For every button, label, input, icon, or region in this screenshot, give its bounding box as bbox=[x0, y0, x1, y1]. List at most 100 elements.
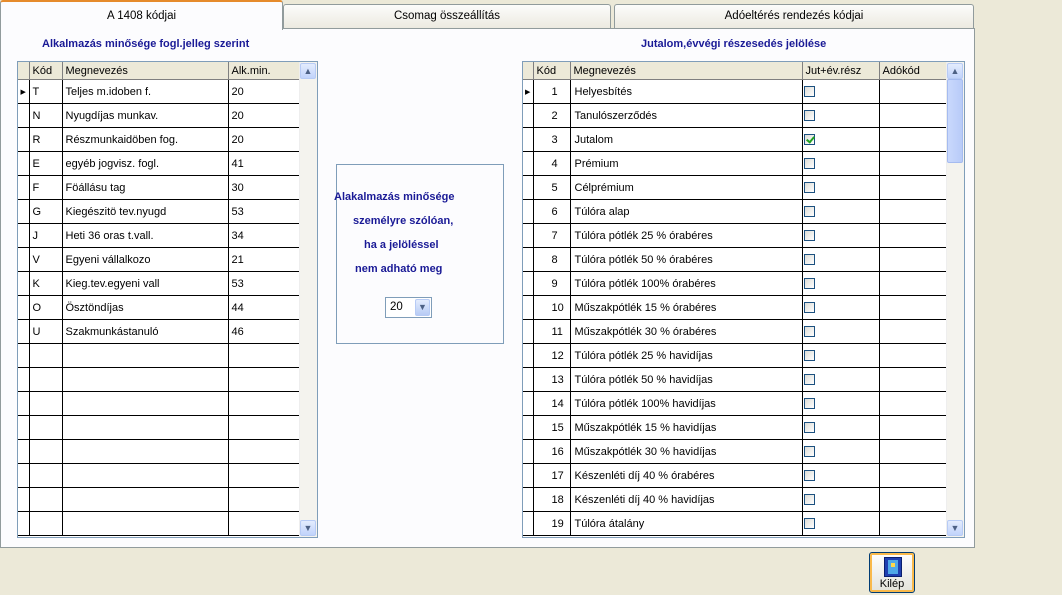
table-row[interactable] bbox=[18, 487, 302, 512]
cell-name[interactable]: egyéb jogvisz. fogl. bbox=[62, 151, 229, 176]
cell-kod[interactable]: 1 bbox=[533, 79, 571, 104]
checkbox[interactable] bbox=[803, 302, 815, 314]
row-selector[interactable] bbox=[18, 199, 30, 224]
cell-jut-ev-resz[interactable] bbox=[802, 343, 880, 368]
cell-jut-ev-resz[interactable] bbox=[802, 439, 880, 464]
row-selector[interactable] bbox=[18, 463, 30, 488]
checkbox-checked[interactable] bbox=[803, 134, 815, 146]
row-selector[interactable] bbox=[523, 271, 534, 296]
cell-kod[interactable]: U bbox=[29, 319, 63, 344]
checkbox[interactable] bbox=[803, 110, 815, 122]
column-header-adokod[interactable]: Adókód bbox=[879, 62, 949, 80]
table-row[interactable]: 8 Túlóra pótlék 50 % órabéres bbox=[523, 247, 949, 272]
cell-megnevezes[interactable]: Műszakpótlék 30 % havidíjas bbox=[570, 439, 803, 464]
cell-megnevezes[interactable]: Túlóra pótlék 100% órabéres bbox=[570, 271, 803, 296]
cell-alk[interactable] bbox=[228, 439, 302, 464]
cell-alk[interactable]: 30 bbox=[228, 175, 302, 200]
cell-kod[interactable] bbox=[29, 487, 63, 512]
cell-kod[interactable]: R bbox=[29, 127, 63, 152]
row-selector[interactable] bbox=[18, 415, 30, 440]
cell-kod[interactable]: 11 bbox=[533, 319, 571, 344]
column-header-jut-ev-resz[interactable]: Jut+év.rész bbox=[802, 62, 880, 80]
table-row[interactable]: 10 Műszakpótlék 15 % órabéres bbox=[523, 295, 949, 320]
cell-name[interactable]: Teljes m.idoben f. bbox=[62, 79, 229, 104]
row-selector[interactable] bbox=[18, 151, 30, 176]
scroll-up-icon[interactable]: ▲ bbox=[947, 63, 963, 79]
checkbox[interactable] bbox=[803, 206, 815, 218]
checkbox[interactable] bbox=[803, 278, 815, 290]
cell-adokod[interactable] bbox=[879, 391, 949, 416]
table-row[interactable]: J Heti 36 oras t.vall. 34 bbox=[18, 223, 302, 248]
table-row[interactable]: N Nyugdíjas munkav. 20 bbox=[18, 103, 302, 128]
checkbox[interactable] bbox=[803, 230, 815, 242]
table-row[interactable]: R Részmunkaidöben fog. 20 bbox=[18, 127, 302, 152]
cell-jut-ev-resz[interactable] bbox=[802, 199, 880, 224]
cell-megnevezes[interactable]: Túlóra pótlék 50 % órabéres bbox=[570, 247, 803, 272]
cell-alk[interactable] bbox=[228, 463, 302, 488]
cell-kod[interactable]: 7 bbox=[533, 223, 571, 248]
cell-kod[interactable]: 8 bbox=[533, 247, 571, 272]
cell-megnevezes[interactable]: Jutalom bbox=[570, 127, 803, 152]
cell-jut-ev-resz[interactable] bbox=[802, 151, 880, 176]
cell-alk[interactable]: 20 bbox=[228, 103, 302, 128]
cell-kod[interactable] bbox=[29, 391, 63, 416]
quality-combo[interactable]: 20 ▼ bbox=[385, 297, 432, 318]
tab-tax-difference-codes[interactable]: Adóeltérés rendezés kódjai bbox=[614, 4, 974, 28]
checkbox[interactable] bbox=[803, 254, 815, 266]
checkbox[interactable] bbox=[803, 182, 815, 194]
cell-jut-ev-resz[interactable] bbox=[802, 463, 880, 488]
table-row[interactable]: ▶ 1 Helyesbítés bbox=[523, 79, 949, 104]
table-row[interactable]: 16 Műszakpótlék 30 % havidíjas bbox=[523, 439, 949, 464]
cell-adokod[interactable] bbox=[879, 223, 949, 248]
chevron-down-icon[interactable]: ▼ bbox=[415, 299, 430, 316]
cell-kod[interactable] bbox=[29, 367, 63, 392]
row-selector[interactable] bbox=[18, 319, 30, 344]
right-grid-scrollbar[interactable]: ▲ ▼ bbox=[946, 62, 964, 537]
checkbox[interactable] bbox=[803, 470, 815, 482]
cell-jut-ev-resz[interactable] bbox=[802, 511, 880, 536]
row-selector[interactable] bbox=[18, 223, 30, 248]
cell-kod[interactable]: F bbox=[29, 175, 63, 200]
cell-adokod[interactable] bbox=[879, 127, 949, 152]
table-row[interactable]: 9 Túlóra pótlék 100% órabéres bbox=[523, 271, 949, 296]
cell-name[interactable]: Egyeni vállalkozo bbox=[62, 247, 229, 272]
checkbox[interactable] bbox=[803, 86, 815, 98]
checkbox[interactable] bbox=[803, 518, 815, 530]
cell-adokod[interactable] bbox=[879, 487, 949, 512]
row-selector[interactable] bbox=[523, 319, 534, 344]
row-selector[interactable] bbox=[18, 391, 30, 416]
employment-quality-grid[interactable]: Kód Megnevezés Alk.min. ▶ T Teljes m.idobe… bbox=[17, 61, 318, 538]
cell-alk[interactable] bbox=[228, 415, 302, 440]
table-row[interactable]: Eegyéb jogvisz. fogl. 41 bbox=[18, 151, 302, 176]
row-selector[interactable] bbox=[523, 103, 534, 128]
cell-megnevezes[interactable]: Túlóra pótlék 25 % órabéres bbox=[570, 223, 803, 248]
table-row[interactable] bbox=[18, 367, 302, 392]
cell-kod[interactable]: 16 bbox=[533, 439, 571, 464]
cell-name[interactable] bbox=[62, 415, 229, 440]
row-selector[interactable] bbox=[18, 103, 30, 128]
cell-name[interactable]: Kieg.tev.egyeni vall bbox=[62, 271, 229, 296]
table-row[interactable]: 12 Túlóra pótlék 25 % havidíjas bbox=[523, 343, 949, 368]
column-header-megnevezes[interactable]: Megnevezés bbox=[570, 62, 803, 80]
cell-megnevezes[interactable]: Prémium bbox=[570, 151, 803, 176]
column-header-megnevezes[interactable]: Megnevezés bbox=[62, 62, 229, 80]
cell-name[interactable] bbox=[62, 367, 229, 392]
cell-adokod[interactable] bbox=[879, 343, 949, 368]
checkbox[interactable] bbox=[803, 494, 815, 506]
table-row[interactable]: F Föállásu tag 30 bbox=[18, 175, 302, 200]
table-row[interactable]: 14 Túlóra pótlék 100% havidíjas bbox=[523, 391, 949, 416]
row-selector[interactable] bbox=[523, 223, 534, 248]
cell-name[interactable]: Nyugdíjas munkav. bbox=[62, 103, 229, 128]
cell-megnevezes[interactable]: Készenléti díj 40 % havidíjas bbox=[570, 487, 803, 512]
cell-kod[interactable]: 4 bbox=[533, 151, 571, 176]
row-selector[interactable]: ▶ bbox=[523, 79, 534, 104]
table-row[interactable]: G Kiegészitö tev.nyugd 53 bbox=[18, 199, 302, 224]
table-row[interactable]: 17 Készenléti díj 40 % órabéres bbox=[523, 463, 949, 488]
cell-alk[interactable] bbox=[228, 343, 302, 368]
cell-kod[interactable]: 10 bbox=[533, 295, 571, 320]
table-row[interactable]: 6 Túlóra alap bbox=[523, 199, 949, 224]
row-selector[interactable] bbox=[18, 127, 30, 152]
row-selector[interactable] bbox=[523, 295, 534, 320]
cell-adokod[interactable] bbox=[879, 271, 949, 296]
row-selector[interactable] bbox=[523, 391, 534, 416]
